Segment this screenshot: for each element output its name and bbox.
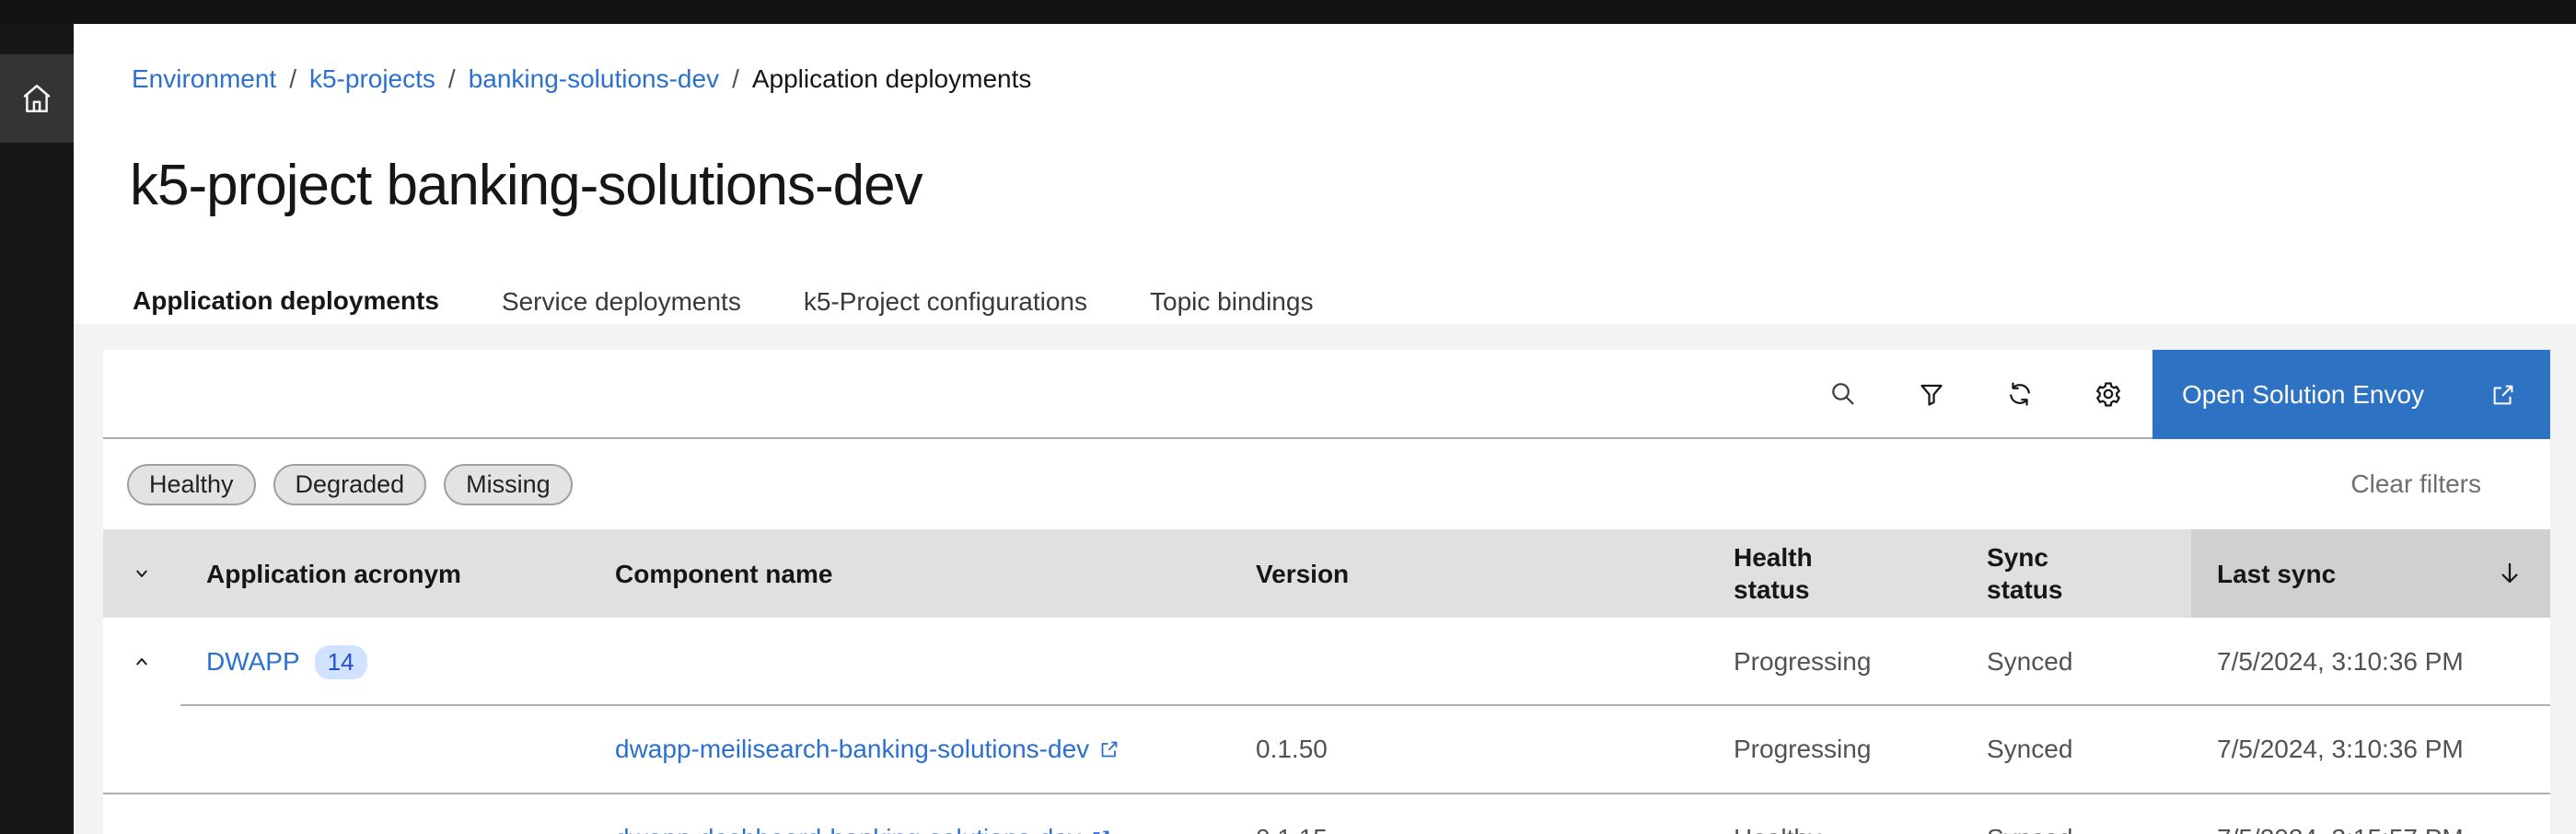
settings-icon [2094,379,2123,409]
component-name-cell: dwapp-dashboard-banking-solutions-dev [589,824,1230,834]
renew-icon [2005,379,2035,409]
side-nav [0,24,74,834]
column-header-component-name[interactable]: Component name [589,558,1230,590]
collapse-row-button[interactable] [103,618,180,706]
arrow-down-icon [2495,559,2524,588]
page-title: k5-project banking-solutions-dev [130,153,922,218]
chevron-down-icon [131,562,153,585]
component-count-badge[interactable]: 14 [315,645,367,679]
breadcrumb-separator: / [732,64,739,94]
component-name-cell: dwapp-meilisearch-banking-solutions-dev [589,735,1230,764]
expand-cell-empty [103,706,180,793]
version-cell: 0.1.50 [1230,735,1708,764]
sync-status-cell: Synced [1961,647,2191,677]
app-window: Environment / k5-projects / banking-solu… [0,0,2576,834]
search-button[interactable] [1799,350,1887,437]
expand-all-button[interactable] [103,529,180,618]
component-link-label: dwapp-meilisearch-banking-solutions-dev [615,735,1089,764]
table-toolbar: Open Solution Envoy [103,350,2550,439]
toolbar-icon-group [103,350,2152,439]
open-solution-envoy-label: Open Solution Envoy [2182,380,2424,410]
sync-status-cell: Synced [1961,735,2191,764]
filter-tag-group: Healthy Degraded Missing [127,464,573,505]
last-sync-cell: 7/5/2024, 3:10:36 PM [2191,735,2550,764]
last-sync-header-label: Last sync [2217,558,2336,590]
component-link-meilisearch[interactable]: dwapp-meilisearch-banking-solutions-dev [615,735,1230,764]
launch-icon [1098,738,1120,760]
component-link-dashboard[interactable]: dwapp-dashboard-banking-solutions-dev [615,824,1230,834]
breadcrumb-current-page: Application deployments [752,64,1032,94]
breadcrumb-link-banking-solutions-dev[interactable]: banking-solutions-dev [469,64,719,94]
table-header-row: Application acronym Component name Versi… [103,529,2550,618]
last-sync-cell: 7/5/2024, 3:10:36 PM [2191,647,2550,677]
filter-tag-degraded[interactable]: Degraded [273,464,427,505]
search-icon [1828,379,1858,409]
health-status-cell: Healthy [1708,824,1961,834]
health-status-cell: Progressing [1708,735,1961,764]
filter-row: Healthy Degraded Missing Clear filters [103,439,2550,529]
main-content: Environment / k5-projects / banking-solu… [74,24,2576,834]
health-status-header-label: Health status [1734,541,1853,606]
content-background: Open Solution Envoy Healthy [74,324,2576,834]
sidebar-item-home[interactable] [0,54,74,143]
column-header-sync-status[interactable]: Sync status [1961,541,2191,606]
settings-button[interactable] [2064,350,2152,437]
sync-status-header-label: Sync status [1987,541,2106,606]
column-header-last-sync[interactable]: Last sync [2191,529,2550,618]
open-solution-envoy-button[interactable]: Open Solution Envoy [2152,350,2550,439]
table-row: dwapp-dashboard-banking-solutions-dev 0.… [103,794,2550,834]
column-header-application-acronym[interactable]: Application acronym [180,558,589,590]
refresh-button[interactable] [1976,350,2064,437]
application-link-dwapp[interactable]: DWAPP [206,647,300,677]
component-link-label: dwapp-dashboard-banking-solutions-dev [615,824,1081,834]
filter-button[interactable] [1887,350,1976,437]
breadcrumb-link-k5-projects[interactable]: k5-projects [309,64,435,94]
home-icon [18,80,55,117]
launch-icon [2489,381,2517,409]
health-status-cell: Progressing [1708,647,1961,677]
filter-tag-missing[interactable]: Missing [444,464,573,505]
breadcrumb-separator: / [448,64,456,94]
application-acronym-cell: DWAPP 14 [180,645,589,679]
table-row: DWAPP 14 Progressing Synced 7/5/2024, 3:… [103,618,2550,706]
global-header-bar [0,0,2576,24]
filter-tag-healthy[interactable]: Healthy [127,464,256,505]
breadcrumb-separator: / [289,64,296,94]
version-cell: 0.1.15 [1230,824,1708,834]
table-row: dwapp-meilisearch-banking-solutions-dev … [103,706,2550,794]
deployments-card: Open Solution Envoy Healthy [103,350,2550,834]
expand-cell-empty [103,794,180,834]
column-header-version[interactable]: Version [1230,558,1708,590]
breadcrumb-link-environment[interactable]: Environment [132,64,276,94]
last-sync-cell: 7/5/2024, 3:15:57 PM [2191,824,2550,834]
breadcrumb: Environment / k5-projects / banking-solu… [132,64,1031,94]
column-header-health-status[interactable]: Health status [1708,541,1961,606]
launch-icon [1090,828,1112,834]
chevron-up-icon [131,651,153,673]
filter-icon [1917,379,1946,409]
sync-status-cell: Synced [1961,824,2191,834]
clear-filters-button[interactable]: Clear filters [2350,469,2481,499]
